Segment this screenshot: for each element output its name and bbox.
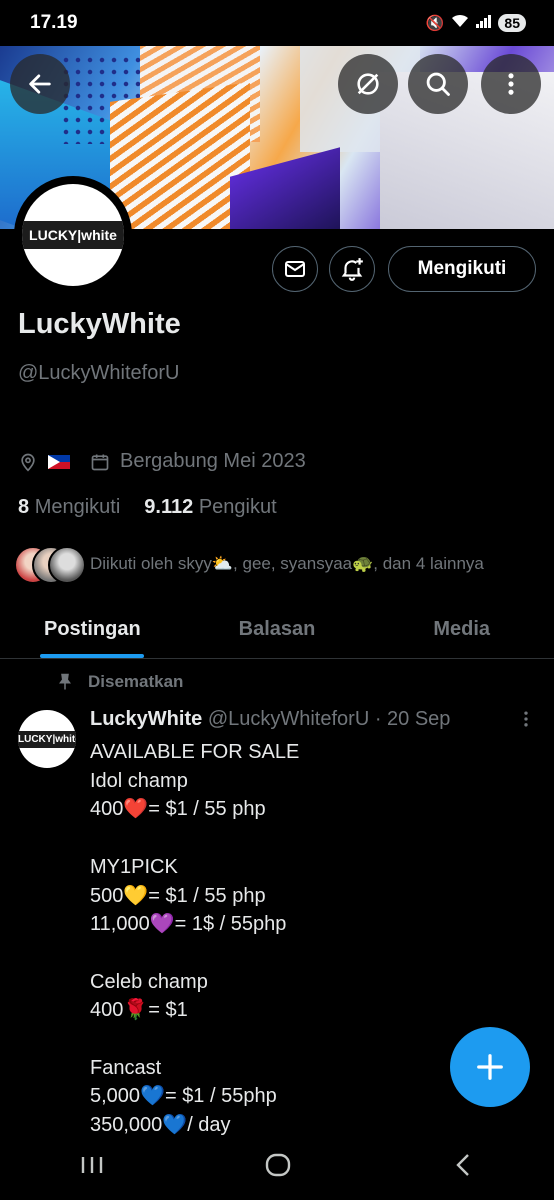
profile-name: LuckyWhite bbox=[18, 308, 181, 340]
profile-tabs: Postingan Balasan Media bbox=[0, 600, 554, 659]
search-button[interactable] bbox=[408, 54, 468, 114]
post-meta: @LuckyWhiteforU · 20 Sep bbox=[207, 708, 451, 730]
following-button[interactable]: Mengikuti bbox=[388, 246, 536, 292]
joined-date: Bergabung Mei 2023 bbox=[120, 450, 306, 472]
post-line: Celeb champ bbox=[90, 970, 208, 993]
followed-by-text: Diikuti oleh skyy⛅, gee, syansyaa🐢, dan … bbox=[90, 554, 484, 573]
pinned-label: Disematkan bbox=[56, 672, 183, 692]
followers-stat[interactable]: 9.112 Pengikut bbox=[144, 496, 276, 519]
status-time: 17.19 bbox=[30, 12, 78, 33]
post-line bbox=[90, 939, 530, 968]
location-icon bbox=[21, 453, 35, 472]
grok-button[interactable] bbox=[338, 54, 398, 114]
notify-button[interactable] bbox=[329, 246, 375, 292]
tab-replies[interactable]: Balasan bbox=[185, 600, 370, 658]
back-button[interactable] bbox=[10, 54, 70, 114]
tab-media[interactable]: Media bbox=[369, 600, 554, 658]
recent-apps-icon[interactable] bbox=[79, 1153, 105, 1184]
status-bar: 17.19 🔇 85 bbox=[0, 0, 554, 46]
post-line: 11,000💜= 1$ / 55php bbox=[90, 913, 287, 936]
post-more-button[interactable] bbox=[516, 708, 536, 736]
more-button[interactable] bbox=[481, 54, 541, 114]
profile-handle: @LuckyWhiteforU bbox=[18, 362, 180, 384]
grok-icon bbox=[357, 73, 379, 95]
post-line: 400🌹= $1 bbox=[90, 999, 188, 1022]
wifi-icon bbox=[450, 13, 470, 33]
calendar-icon bbox=[91, 454, 109, 470]
post-line: AVAILABLE FOR SALE bbox=[90, 741, 300, 763]
post-line: 400❤️= $1 / 55 php bbox=[90, 798, 266, 821]
post-line: MY1PICK bbox=[90, 855, 178, 878]
back-icon[interactable] bbox=[451, 1151, 475, 1186]
more-vertical-icon bbox=[508, 73, 514, 95]
arrow-left-icon bbox=[29, 74, 51, 94]
post-line bbox=[90, 824, 530, 853]
battery-indicator: 85 bbox=[498, 14, 526, 32]
message-button[interactable] bbox=[272, 246, 318, 292]
mail-icon bbox=[285, 261, 305, 277]
profile-meta: Bergabung Mei 2023 bbox=[18, 450, 306, 473]
follower-avatars bbox=[14, 546, 86, 584]
post-line: Idol champ bbox=[90, 769, 188, 792]
home-icon[interactable] bbox=[264, 1151, 292, 1186]
tab-posts[interactable]: Postingan bbox=[0, 600, 185, 658]
status-icons: 🔇 85 bbox=[426, 13, 526, 33]
pin-icon bbox=[59, 673, 71, 690]
profile-avatar[interactable]: LUCKY|white bbox=[14, 176, 132, 294]
post-author: LuckyWhite bbox=[90, 708, 203, 730]
followed-by[interactable]: Diikuti oleh skyy⛅, gee, syansyaa🐢, dan … bbox=[14, 546, 484, 584]
post-header[interactable]: LuckyWhite @LuckyWhiteforU · 20 Sep bbox=[90, 708, 450, 731]
signal-icon bbox=[476, 14, 492, 32]
bell-plus-icon bbox=[341, 258, 363, 281]
following-stat[interactable]: 8 Mengikuti bbox=[18, 496, 120, 519]
post-avatar[interactable]: LUCKY|white bbox=[18, 710, 76, 768]
search-icon bbox=[426, 72, 450, 96]
profile-stats: 8 Mengikuti 9.112 Pengikut bbox=[18, 496, 277, 519]
plus-icon bbox=[477, 1054, 503, 1080]
system-nav-bar bbox=[0, 1136, 554, 1200]
more-vertical-icon bbox=[524, 711, 528, 727]
post-line: 500💛= $1 / 55 php bbox=[90, 884, 266, 907]
philippines-flag-icon bbox=[48, 454, 70, 469]
avatar-logo: LUCKY|white bbox=[22, 184, 124, 286]
mute-icon: 🔇 bbox=[425, 15, 445, 32]
compose-button[interactable] bbox=[450, 1027, 530, 1107]
